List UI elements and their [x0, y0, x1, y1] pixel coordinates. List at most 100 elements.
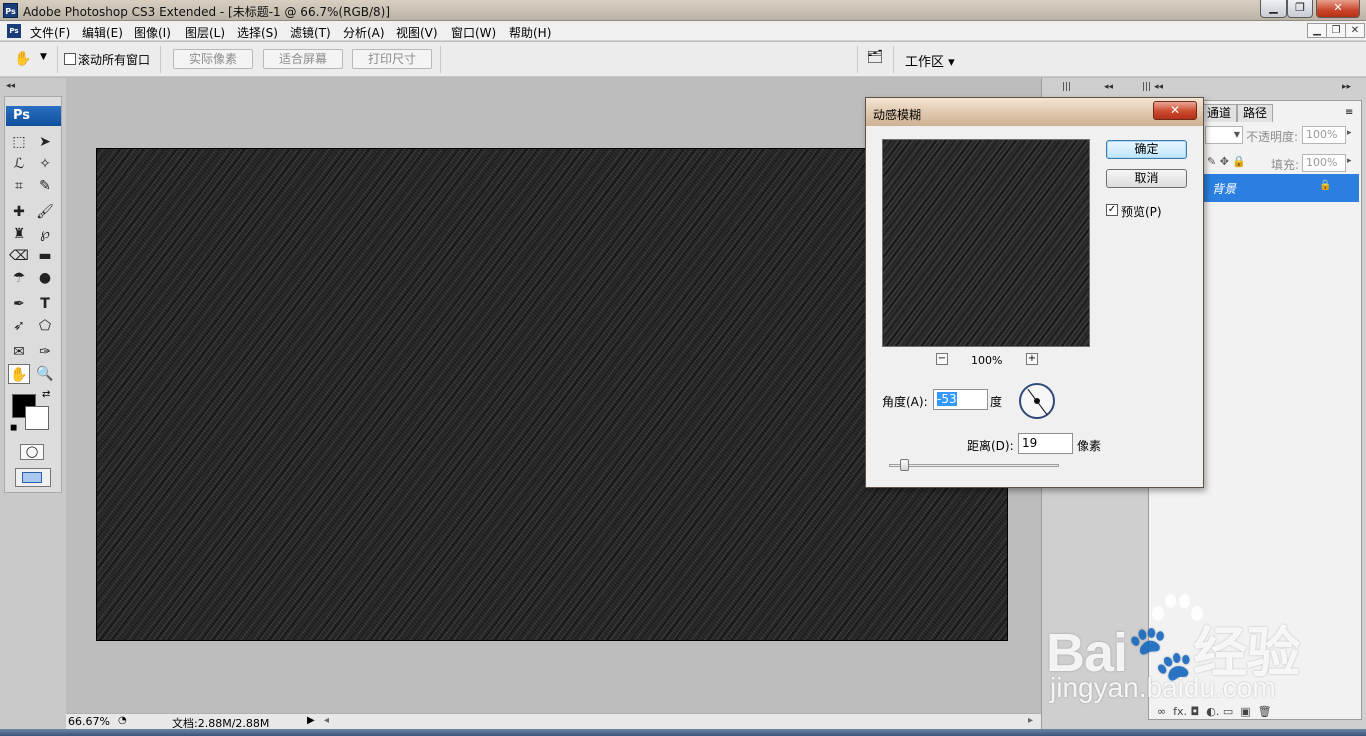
menu-layer[interactable]: 图层(L) — [185, 24, 225, 41]
brush-tool-icon[interactable]: 🖌 — [34, 202, 56, 222]
lock-icons[interactable]: ✎ ✥ 🔒 — [1207, 155, 1246, 168]
bridge-icon[interactable]: 🗂 — [864, 50, 886, 68]
angle-input[interactable]: -53 — [933, 389, 988, 410]
menu-window[interactable]: 窗口(W) — [451, 24, 496, 41]
options-bar: ✋ ▼ 滚动所有窗口 实际像素 适合屏幕 打印尺寸 🗂 工作区 ▾ — [0, 42, 1366, 77]
window-title: Adobe Photoshop CS3 Extended - [未标题-1 @ … — [23, 5, 391, 19]
background-color-swatch[interactable] — [25, 406, 49, 430]
panel-menu-icon[interactable]: ≡ — [1345, 107, 1353, 118]
chevron-down-icon[interactable]: ▼ — [40, 52, 47, 62]
menu-edit[interactable]: 编辑(E) — [82, 24, 123, 41]
motion-blur-dialog: 动感模糊 ✕ − 100% + 确定 取消 ✓ 预览(P) 角度(A): -53… — [865, 97, 1204, 488]
swap-colors-icon[interactable]: ⇄ — [42, 389, 50, 400]
divider — [160, 46, 161, 73]
screen-mode-icon[interactable] — [15, 468, 51, 487]
fill-input[interactable]: 100% — [1302, 154, 1346, 172]
close-button[interactable]: ✕ — [1316, 0, 1360, 18]
menu-file[interactable]: 文件(F) — [30, 24, 70, 41]
zoom-out-button[interactable]: − — [936, 353, 948, 365]
blur-preview[interactable] — [882, 139, 1090, 347]
doc-restore-button[interactable]: ❐ — [1326, 23, 1346, 38]
hand-tool-preset-icon[interactable]: ✋ — [12, 49, 34, 69]
path-selection-tool-icon[interactable]: ➶ — [8, 316, 30, 336]
maximize-button[interactable]: ❐ — [1287, 0, 1313, 18]
move-tool-icon[interactable]: ➤ — [34, 132, 56, 152]
preview-checkbox[interactable]: ✓ — [1106, 204, 1118, 216]
history-brush-tool-icon[interactable]: ℘ — [34, 224, 56, 244]
blend-mode-select[interactable]: ▼ — [1205, 126, 1243, 144]
dialog-close-button[interactable]: ✕ — [1153, 101, 1197, 120]
collapse-arrows-icon[interactable]: ▸▸ — [1342, 82, 1351, 92]
menu-help[interactable]: 帮助(H) — [509, 24, 551, 41]
menu-select[interactable]: 选择(S) — [237, 24, 278, 41]
dialog-title-bar[interactable]: 动感模糊 ✕ — [866, 98, 1203, 126]
scroll-left-icon[interactable]: ◂ — [324, 715, 329, 726]
divider — [893, 46, 894, 73]
clone-stamp-tool-icon[interactable]: ♜ — [8, 224, 30, 244]
workspace-menu[interactable]: 工作区 ▾ — [905, 51, 955, 70]
menu-bar: Ps 文件(F) 编辑(E) 图像(I) 图层(L) 选择(S) 滤镜(T) 分… — [0, 21, 1366, 41]
cancel-button[interactable]: 取消 — [1106, 169, 1187, 188]
distance-slider-track[interactable] — [889, 464, 1059, 467]
type-tool-icon[interactable]: T — [34, 294, 56, 314]
quick-mask-icon[interactable]: ◯ — [20, 444, 44, 460]
print-size-button[interactable]: 打印尺寸 — [352, 49, 432, 69]
shape-tool-icon[interactable]: ⬠ — [34, 316, 56, 336]
layer-name: 背景 — [1212, 182, 1237, 196]
gradient-tool-icon[interactable]: ▬ — [34, 246, 56, 266]
distance-slider-thumb[interactable] — [900, 459, 909, 471]
status-menu-arrow-icon[interactable]: ▶ — [307, 715, 315, 726]
preview-label: 预览(P) — [1121, 205, 1162, 219]
menu-view[interactable]: 视图(V) — [396, 24, 438, 41]
magic-wand-tool-icon[interactable]: ✧ — [34, 154, 56, 174]
layer-lock-icon: 🔒 — [1319, 180, 1332, 191]
dock-grip-icon[interactable]: ||| — [1062, 82, 1071, 92]
distance-input[interactable]: 19 — [1018, 433, 1073, 454]
lasso-tool-icon[interactable]: ℒ — [8, 154, 30, 174]
ok-button[interactable]: 确定 — [1106, 140, 1187, 159]
windows-taskbar — [0, 729, 1366, 736]
opacity-input[interactable]: 100% — [1302, 126, 1346, 144]
baidu-jingyan-watermark: Bai🐾经验 jingyan.baidu.com — [1046, 590, 1366, 710]
doc-close-button[interactable]: ✕ — [1345, 23, 1365, 38]
eyedropper-tool-icon[interactable]: ✑ — [34, 342, 56, 362]
document-icon[interactable]: Ps — [7, 24, 21, 38]
default-colors-icon[interactable]: ◼ — [10, 423, 17, 433]
zoom-in-button[interactable]: + — [1026, 353, 1038, 365]
eraser-tool-icon[interactable]: ⌫ — [8, 246, 30, 266]
dock-grip-icon[interactable]: ||| ◂◂ — [1142, 82, 1163, 92]
collapse-arrows-icon[interactable]: ◂◂ — [6, 81, 15, 91]
marquee-tool-icon[interactable]: ⬚ — [8, 132, 30, 152]
scroll-right-icon[interactable]: ▸ — [1028, 715, 1033, 726]
zoom-tool-icon[interactable]: 🔍 — [34, 364, 56, 384]
slice-tool-icon[interactable]: ✎ — [34, 176, 56, 196]
healing-brush-tool-icon[interactable]: ✚ — [8, 202, 30, 222]
notes-tool-icon[interactable]: ✉ — [8, 342, 30, 362]
doc-minimize-button[interactable]: ▁ — [1307, 23, 1327, 38]
hand-tool-icon[interactable]: ✋ — [8, 364, 30, 384]
angle-dial[interactable] — [1019, 383, 1055, 419]
divider — [857, 46, 858, 73]
expand-arrows-icon[interactable]: ◂◂ — [1104, 82, 1113, 92]
angle-label: 角度(A): — [882, 395, 928, 409]
tab-paths[interactable]: 路径 — [1237, 104, 1274, 122]
zoom-level[interactable]: 66.67% — [68, 715, 110, 728]
blur-tool-icon[interactable]: ☂ — [8, 268, 30, 288]
menu-filter[interactable]: 滤镜(T) — [290, 24, 331, 41]
menu-analysis[interactable]: 分析(A) — [343, 24, 385, 41]
fill-arrow-icon[interactable]: ▸ — [1347, 156, 1352, 166]
crop-tool-icon[interactable]: ⌗ — [8, 176, 30, 196]
opacity-arrow-icon[interactable]: ▸ — [1347, 128, 1352, 138]
status-info-icon[interactable]: ◔ — [118, 715, 127, 726]
distance-label: 距离(D): — [967, 439, 1014, 453]
tab-channels[interactable]: 通道 — [1201, 104, 1238, 122]
divider — [440, 46, 441, 73]
scroll-all-checkbox[interactable] — [64, 53, 76, 65]
menu-image[interactable]: 图像(I) — [134, 24, 171, 41]
title-bar: Ps Adobe Photoshop CS3 Extended - [未标题-1… — [0, 0, 1366, 21]
minimize-button[interactable]: ▁ — [1260, 0, 1287, 18]
pen-tool-icon[interactable]: ✒ — [8, 294, 30, 314]
fit-screen-button[interactable]: 适合屏幕 — [263, 49, 343, 69]
dodge-tool-icon[interactable]: ● — [34, 268, 56, 288]
actual-pixels-button[interactable]: 实际像素 — [173, 49, 253, 69]
